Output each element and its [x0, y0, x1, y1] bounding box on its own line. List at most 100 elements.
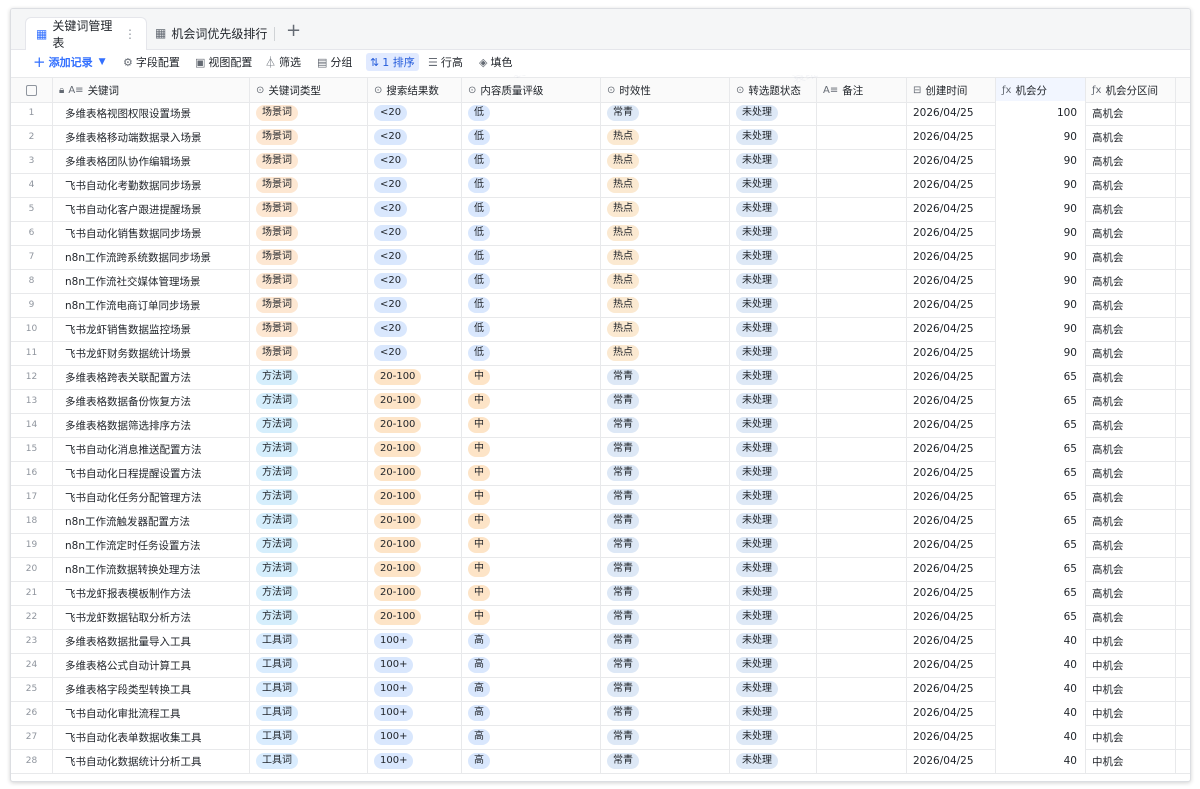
cell-results[interactable]: 100+ [368, 749, 462, 773]
cell-range[interactable]: 高机会 [1086, 437, 1176, 461]
cell-timeliness[interactable]: 常青 [601, 557, 730, 581]
cell-status[interactable]: 未处理 [730, 749, 817, 773]
column-header-timeliness[interactable]: ⊙ 时效性 [601, 78, 730, 102]
cell-range[interactable]: 高机会 [1086, 125, 1176, 149]
cell-note[interactable] [817, 605, 907, 629]
cell-results[interactable]: 20-100 [368, 365, 462, 389]
cell-created[interactable]: 2026/04/25 [907, 293, 996, 317]
cell-timeliness[interactable]: 常青 [601, 677, 730, 701]
cell-keyword[interactable]: n8n工作流跨系统数据同步场景 [53, 245, 250, 269]
cell-score[interactable]: 65 [996, 581, 1086, 605]
cell-timeliness[interactable]: 常青 [601, 389, 730, 413]
cell-range[interactable]: 高机会 [1086, 293, 1176, 317]
cell-keyword[interactable]: 多维表格跨表关联配置方法 [53, 365, 250, 389]
cell-quality[interactable]: 中 [462, 605, 601, 629]
cell-created[interactable]: 2026/04/25 [907, 173, 996, 197]
cell-range[interactable]: 高机会 [1086, 581, 1176, 605]
cell-range[interactable]: 中机会 [1086, 749, 1176, 773]
cell-results[interactable]: 20-100 [368, 509, 462, 533]
add-tab-button[interactable]: + [286, 22, 301, 40]
cell-created[interactable]: 2026/04/25 [907, 389, 996, 413]
cell-results[interactable]: <20 [368, 293, 462, 317]
cell-created[interactable]: 2026/04/25 [907, 557, 996, 581]
cell-timeliness[interactable]: 常青 [601, 701, 730, 725]
cell-timeliness[interactable]: 常青 [601, 749, 730, 773]
cell-results[interactable]: <20 [368, 245, 462, 269]
cell-quality[interactable]: 高 [462, 653, 601, 677]
cell-results[interactable]: <20 [368, 149, 462, 173]
cell-range[interactable]: 高机会 [1086, 341, 1176, 365]
cell-quality[interactable]: 中 [462, 581, 601, 605]
column-header-range[interactable]: ƒx 机会分区间 [1086, 78, 1176, 102]
cell-type[interactable]: 方法词 [250, 437, 368, 461]
cell-timeliness[interactable]: 常青 [601, 461, 730, 485]
cell-type[interactable]: 方法词 [250, 605, 368, 629]
cell-type[interactable]: 场景词 [250, 269, 368, 293]
cell-results[interactable]: <20 [368, 317, 462, 341]
cell-created[interactable]: 2026/04/25 [907, 725, 996, 749]
cell-results[interactable]: 20-100 [368, 533, 462, 557]
cell-status[interactable]: 未处理 [730, 653, 817, 677]
cell-status[interactable]: 未处理 [730, 533, 817, 557]
cell-range[interactable]: 中机会 [1086, 629, 1176, 653]
cell-type[interactable]: 场景词 [250, 245, 368, 269]
cell-score[interactable]: 90 [996, 245, 1086, 269]
cell-note[interactable] [817, 221, 907, 245]
cell-note[interactable] [817, 389, 907, 413]
tab-keyword-table[interactable]: ▦ 关键词管理表 ⋮ [25, 17, 147, 50]
cell-quality[interactable]: 中 [462, 533, 601, 557]
sort-button[interactable]: ⇅ 1 排序 [366, 53, 419, 71]
cell-type[interactable]: 工具词 [250, 725, 368, 749]
cell-note[interactable] [817, 245, 907, 269]
cell-created[interactable]: 2026/04/25 [907, 677, 996, 701]
cell-score[interactable]: 65 [996, 605, 1086, 629]
cell-timeliness[interactable]: 常青 [601, 485, 730, 509]
cell-range[interactable]: 高机会 [1086, 365, 1176, 389]
cell-quality[interactable]: 高 [462, 629, 601, 653]
cell-quality[interactable]: 低 [462, 197, 601, 221]
cell-score[interactable]: 40 [996, 653, 1086, 677]
table-row[interactable]: 12 多维表格跨表关联配置方法 方法词 20-100 中 常青 未处理 2026/04/25 6… [11, 365, 1190, 390]
cell-keyword[interactable]: 飞书自动化日程提醒设置方法 [53, 461, 250, 485]
cell-created[interactable]: 2026/04/25 [907, 749, 996, 773]
select-all-checkbox[interactable] [11, 78, 53, 102]
row-height-button[interactable]: ☰ 行高 [428, 53, 463, 71]
cell-status[interactable]: 未处理 [730, 509, 817, 533]
cell-timeliness[interactable]: 热点 [601, 317, 730, 341]
cell-type[interactable]: 方法词 [250, 509, 368, 533]
cell-type[interactable]: 方法词 [250, 485, 368, 509]
cell-timeliness[interactable]: 常青 [601, 605, 730, 629]
cell-score[interactable]: 65 [996, 389, 1086, 413]
table-row[interactable]: 26 飞书自动化审批流程工具 工具词 100+ 高 常青 未处理 2026/04/25 40 中机… [11, 701, 1190, 726]
cell-note[interactable] [817, 533, 907, 557]
cell-keyword[interactable]: 飞书龙虾报表模板制作方法 [53, 581, 250, 605]
cell-timeliness[interactable]: 常青 [601, 629, 730, 653]
cell-score[interactable]: 90 [996, 197, 1086, 221]
cell-status[interactable]: 未处理 [730, 293, 817, 317]
cell-range[interactable]: 中机会 [1086, 701, 1176, 725]
cell-quality[interactable]: 中 [462, 557, 601, 581]
cell-note[interactable] [817, 485, 907, 509]
cell-keyword[interactable]: 飞书龙虾销售数据监控场景 [53, 317, 250, 341]
cell-note[interactable] [817, 701, 907, 725]
cell-score[interactable]: 40 [996, 749, 1086, 773]
table-row[interactable]: 24 多维表格公式自动计算工具 工具词 100+ 高 常青 未处理 2026/04/25 40 中… [11, 653, 1190, 678]
table-row[interactable]: 18 n8n工作流触发器配置方法 方法词 20-100 中 常青 未处理 2026/04/25… [11, 509, 1190, 534]
cell-status[interactable]: 未处理 [730, 101, 817, 125]
cell-score[interactable]: 65 [996, 485, 1086, 509]
cell-timeliness[interactable]: 热点 [601, 269, 730, 293]
cell-results[interactable]: <20 [368, 197, 462, 221]
cell-note[interactable] [817, 341, 907, 365]
add-record-button[interactable]: + 添加记录 ▼ [33, 53, 109, 71]
cell-status[interactable]: 未处理 [730, 125, 817, 149]
cell-timeliness[interactable]: 热点 [601, 341, 730, 365]
column-header-keyword[interactable]: 🔒︎ A≡ 关键词 [53, 78, 250, 102]
cell-quality[interactable]: 高 [462, 677, 601, 701]
cell-note[interactable] [817, 197, 907, 221]
cell-type[interactable]: 场景词 [250, 293, 368, 317]
cell-score[interactable]: 90 [996, 317, 1086, 341]
cell-timeliness[interactable]: 热点 [601, 221, 730, 245]
cell-results[interactable]: 100+ [368, 629, 462, 653]
cell-created[interactable]: 2026/04/25 [907, 101, 996, 125]
cell-type[interactable]: 方法词 [250, 461, 368, 485]
